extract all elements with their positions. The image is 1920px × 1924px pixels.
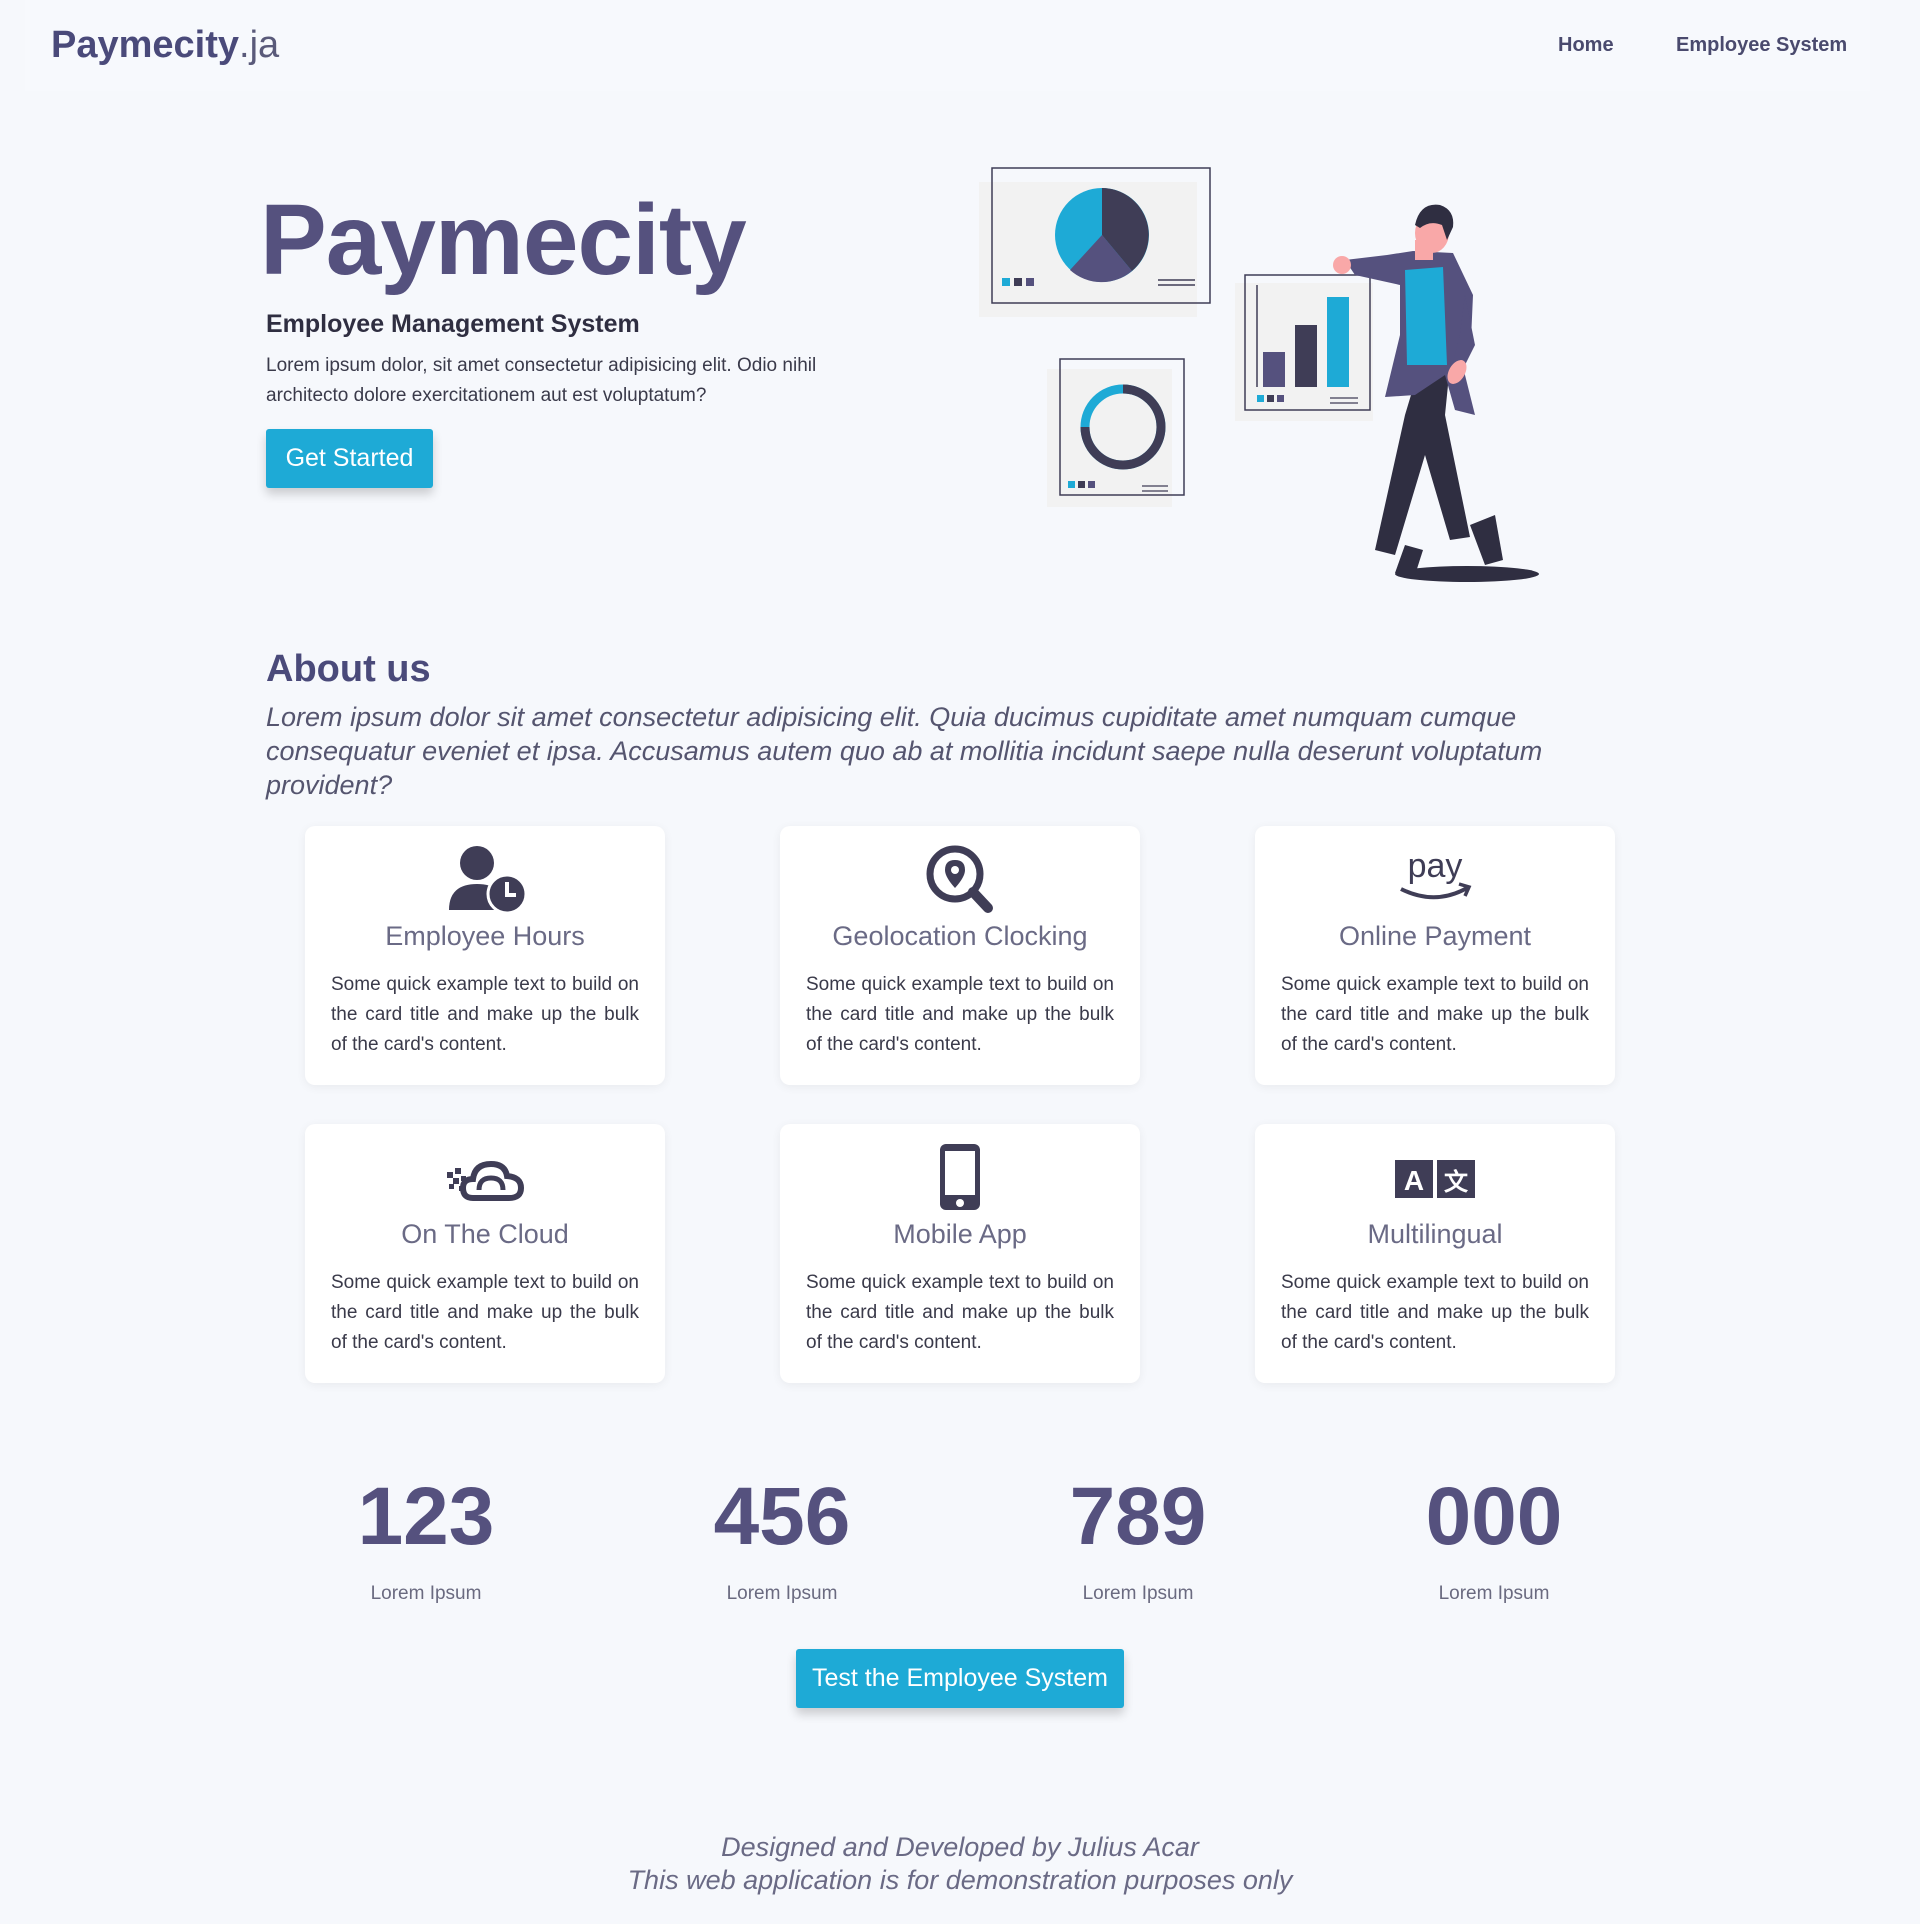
feature-card-geolocation: Geolocation Clocking Some quick example …: [780, 826, 1140, 1085]
test-employee-system-button[interactable]: Test the Employee System: [796, 1649, 1124, 1708]
card-text: Some quick example text to build on the …: [331, 1272, 639, 1353]
brand-name: Paymecity: [51, 24, 240, 66]
card-text: Some quick example text to build on the …: [806, 974, 1114, 1055]
stat-value: 789: [1069, 1471, 1207, 1562]
feature-card-online-payment: pay Online Payment Some quick example te…: [1255, 826, 1615, 1085]
card-title: Online Payment: [1338, 921, 1532, 951]
feature-card-employee-hours: Employee Hours Some quick example text t…: [305, 826, 665, 1085]
pie-chart-panel: [979, 167, 1211, 317]
stat-label: Lorem Ipsum: [726, 1583, 838, 1604]
donut-chart-panel: [1047, 358, 1185, 507]
card-text: Some quick example text to build on the …: [1281, 1272, 1589, 1353]
lang-letter-b: 文: [1444, 1168, 1469, 1196]
stat-value: 000: [1425, 1471, 1563, 1562]
pay-text: pay: [1408, 847, 1463, 885]
nav-employee-system-link[interactable]: Employee System: [1676, 34, 1847, 57]
hero-subtitle: Employee Management System: [266, 310, 640, 338]
card-title: On The Cloud: [401, 1219, 569, 1249]
card-text: Some quick example text to build on the …: [806, 1272, 1114, 1353]
stat-label: Lorem Ipsum: [1438, 1583, 1550, 1604]
hero-title: Paymecity: [260, 184, 747, 296]
feature-card-mobile: Mobile App Some quick example text to bu…: [780, 1124, 1140, 1383]
navbar: Paymecity.ja Home Employee System: [25, 0, 1870, 91]
get-started-button[interactable]: Get Started: [266, 429, 433, 488]
cloud-icon: [447, 1160, 525, 1201]
stat-label: Lorem Ipsum: [370, 1583, 482, 1604]
card-text: Some quick example text to build on the …: [331, 974, 639, 1055]
mobile-icon: [940, 1144, 980, 1210]
bar-chart-panel: [1235, 274, 1373, 421]
footer-disclaimer: This web application is for demonstratio…: [627, 1865, 1293, 1895]
card-text: Some quick example text to build on the …: [1281, 974, 1589, 1055]
feature-card-multilingual: A 文 Multilingual Some quick example text…: [1255, 1124, 1615, 1383]
user-clock-icon: [449, 846, 525, 914]
about-text: Lorem ipsum dolor sit amet consectetur a…: [266, 702, 1543, 800]
stat-label: Lorem Ipsum: [1082, 1583, 1194, 1604]
search-location-icon: [926, 845, 993, 913]
language-icon: A 文: [1395, 1160, 1475, 1198]
card-title: Multilingual: [1367, 1219, 1503, 1249]
hero-description: Lorem ipsum dolor, sit amet consectetur …: [266, 355, 817, 406]
stat-value: 123: [357, 1471, 495, 1562]
nav-home-link[interactable]: Home: [1558, 34, 1614, 57]
brand-suffix: .ja: [239, 24, 280, 66]
card-title: Geolocation Clocking: [832, 921, 1088, 951]
about-title: About us: [266, 648, 431, 690]
hero-illustration: [979, 167, 1539, 582]
card-title: Employee Hours: [385, 921, 585, 951]
card-title: Mobile App: [893, 1219, 1027, 1249]
footer-credit: Designed and Developed by Julius Acar: [721, 1832, 1199, 1862]
lang-letter-a: A: [1404, 1165, 1424, 1196]
brand-logo[interactable]: Paymecity.ja: [51, 24, 279, 67]
stat-value: 456: [713, 1471, 851, 1562]
feature-card-cloud: On The Cloud Some quick example text to …: [305, 1124, 665, 1383]
amazon-pay-icon: pay: [1400, 847, 1472, 900]
